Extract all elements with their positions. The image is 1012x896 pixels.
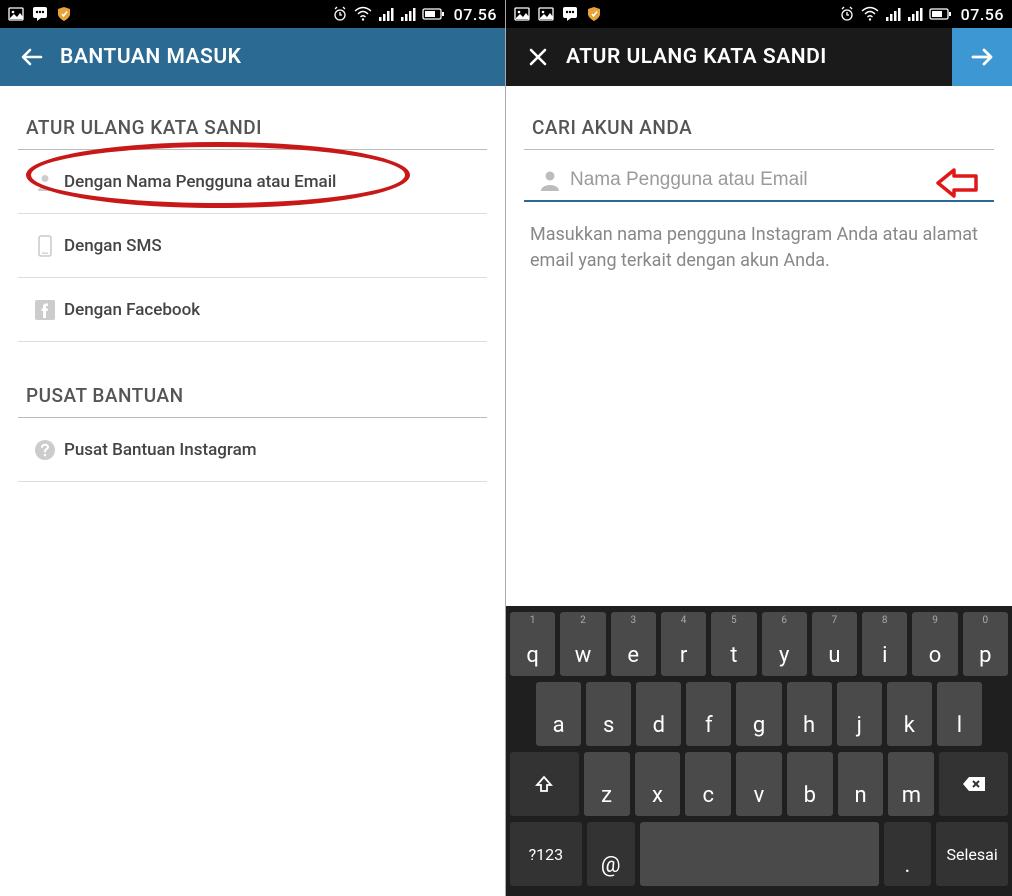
list-item-label: Dengan Nama Pengguna atau Email	[64, 172, 336, 192]
wifi-icon	[354, 6, 372, 22]
reset-by-sms[interactable]: Dengan SMS	[18, 214, 487, 278]
key-u[interactable]: 7u	[812, 612, 857, 676]
submit-button[interactable]	[952, 28, 1012, 86]
action-bar: BANTUAN MASUK	[0, 28, 505, 86]
key-e[interactable]: 3e	[611, 612, 656, 676]
key-i[interactable]: 8i	[862, 612, 907, 676]
person-icon	[26, 172, 64, 192]
list-item-label: Dengan SMS	[64, 236, 162, 256]
section-reset-title: ATUR ULANG KATA SANDI	[18, 110, 487, 150]
key-n[interactable]: n	[838, 752, 884, 816]
shield-icon	[586, 6, 602, 22]
battery-icon	[422, 7, 444, 21]
key-b[interactable]: b	[787, 752, 833, 816]
screen-login-help: 07.56 BANTUAN MASUK ATUR ULANG KATA SAND…	[0, 0, 506, 896]
key-l[interactable]: l	[937, 682, 982, 746]
section-help-title: PUSAT BANTUAN	[18, 378, 487, 418]
key-m[interactable]: m	[888, 752, 934, 816]
signal-1-icon	[885, 6, 901, 22]
key-done[interactable]: Selesai	[936, 822, 1008, 886]
action-bar: ATUR ULANG KATA SANDI	[506, 28, 1012, 86]
keyboard: 1q2w3e4r5t6y7u8i9o0p asdfghjkl zxcvbnm ?…	[506, 606, 1012, 896]
page-title: ATUR ULANG KATA SANDI	[566, 45, 827, 69]
key-f[interactable]: f	[686, 682, 731, 746]
help-center[interactable]: Pusat Bantuan Instagram	[18, 418, 487, 482]
key-g[interactable]: g	[736, 682, 781, 746]
phone-icon	[26, 235, 64, 257]
reset-by-username[interactable]: Dengan Nama Pengguna atau Email	[18, 150, 487, 214]
key-symbols[interactable]: ?123	[510, 822, 582, 886]
list-item-label: Dengan Facebook	[64, 300, 200, 320]
key-a[interactable]: a	[536, 682, 581, 746]
facebook-icon	[26, 300, 64, 320]
shield-icon	[56, 6, 72, 22]
page-title: BANTUAN MASUK	[60, 45, 241, 69]
person-icon	[530, 168, 570, 192]
bbm-icon	[32, 6, 48, 22]
key-s[interactable]: s	[586, 682, 631, 746]
key-v[interactable]: v	[736, 752, 782, 816]
back-button[interactable]	[12, 37, 52, 77]
status-bar: 07.56	[0, 0, 505, 28]
key-j[interactable]: j	[837, 682, 882, 746]
alarm-icon	[332, 6, 348, 22]
key-period[interactable]: .	[884, 822, 932, 886]
key-at[interactable]: @	[587, 822, 635, 886]
key-h[interactable]: h	[787, 682, 832, 746]
arrow-left-icon	[19, 44, 45, 70]
key-k[interactable]: k	[887, 682, 932, 746]
list-item-label: Pusat Bantuan Instagram	[64, 440, 257, 460]
battery-icon	[929, 7, 951, 21]
content: ATUR ULANG KATA SANDI Dengan Nama Penggu…	[0, 86, 505, 896]
close-button[interactable]	[518, 37, 558, 77]
key-backspace[interactable]	[939, 752, 1008, 816]
gallery-icon	[514, 6, 530, 22]
username-input-row	[524, 156, 994, 202]
key-shift[interactable]	[510, 752, 579, 816]
key-w[interactable]: 2w	[560, 612, 605, 676]
wifi-icon	[861, 6, 879, 22]
status-time: 07.56	[454, 5, 497, 24]
bbm-icon	[562, 6, 578, 22]
signal-2-icon	[907, 6, 923, 22]
status-bar: 07.56	[506, 0, 1012, 28]
gallery-icon	[8, 6, 24, 22]
help-icon	[26, 439, 64, 461]
key-z[interactable]: z	[584, 752, 630, 816]
key-space[interactable]	[640, 822, 879, 886]
key-t[interactable]: 5t	[711, 612, 756, 676]
key-o[interactable]: 9o	[912, 612, 957, 676]
username-input[interactable]	[570, 169, 988, 191]
key-q[interactable]: 1q	[510, 612, 555, 676]
key-c[interactable]: c	[685, 752, 731, 816]
key-x[interactable]: x	[635, 752, 681, 816]
alarm-icon	[839, 6, 855, 22]
signal-1-icon	[378, 6, 394, 22]
signal-2-icon	[400, 6, 416, 22]
key-d[interactable]: d	[636, 682, 681, 746]
key-p[interactable]: 0p	[963, 612, 1008, 676]
key-r[interactable]: 4r	[661, 612, 706, 676]
status-time: 07.56	[961, 5, 1004, 24]
section-title: CARI AKUN ANDA	[524, 110, 994, 150]
screen-reset-password: 07.56 ATUR ULANG KATA SANDI CARI AKUN AN…	[506, 0, 1012, 896]
reset-by-facebook[interactable]: Dengan Facebook	[18, 278, 487, 342]
arrow-right-icon	[968, 43, 996, 71]
key-y[interactable]: 6y	[762, 612, 807, 676]
gallery-icon	[538, 6, 554, 22]
input-hint: Masukkan nama pengguna Instagram Anda at…	[524, 202, 994, 274]
close-icon	[527, 46, 549, 68]
